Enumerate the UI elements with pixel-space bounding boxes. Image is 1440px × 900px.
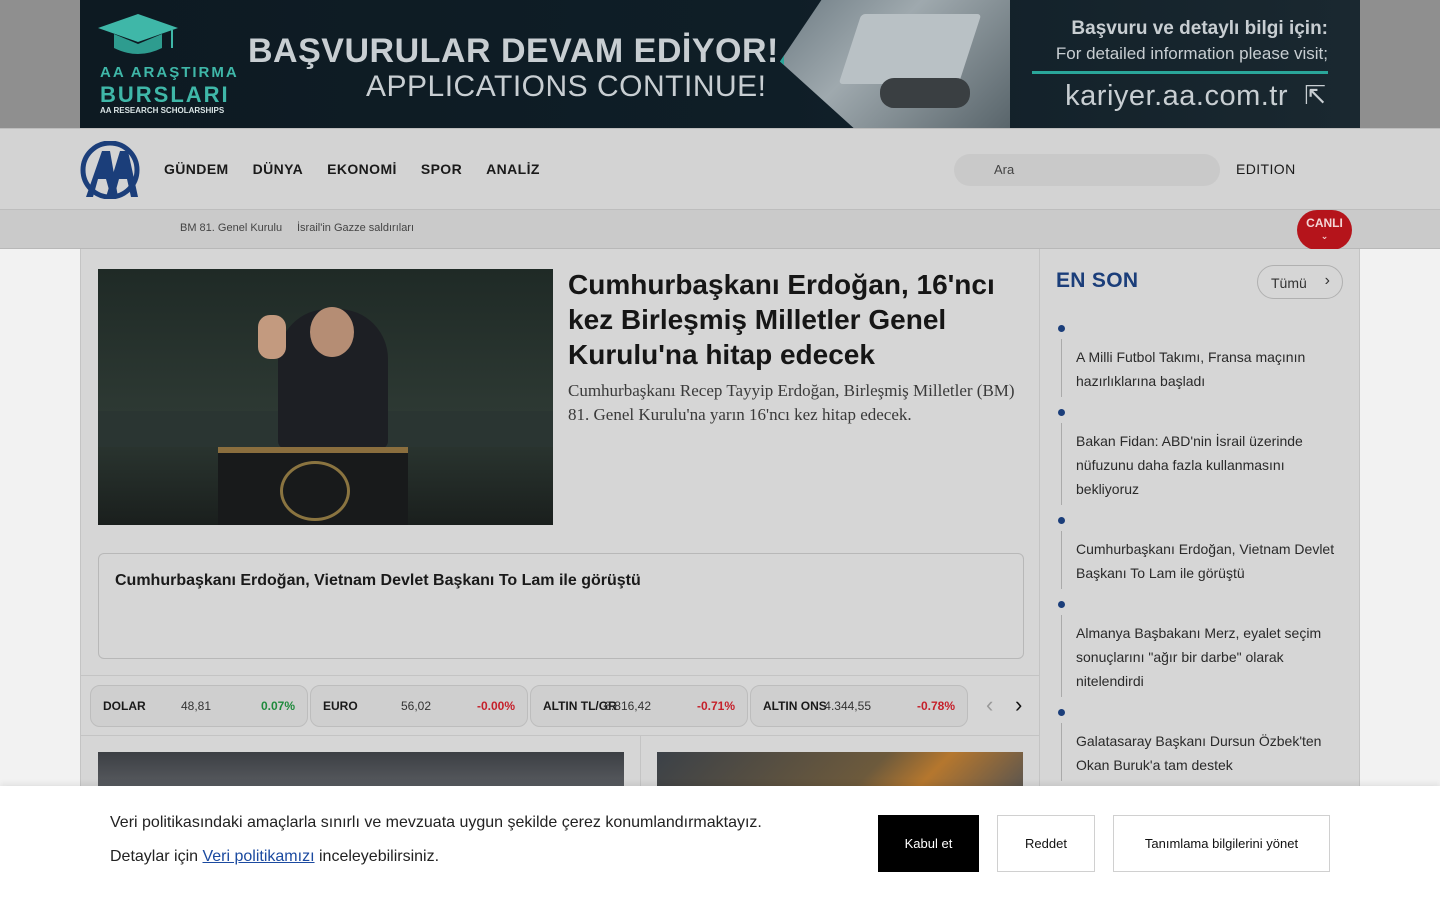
feed-item[interactable]: Bakan Fidan: ABD'nin İsrail üzerinde nüf… <box>1056 403 1346 511</box>
market-value: 48,81 <box>180 699 211 713</box>
nav-item-ekonomi[interactable]: EKONOMİ <box>327 161 397 177</box>
ad-banner-area: AA ARAŞTIRMA BURSLARI AA RESEARCH SCHOLA… <box>0 0 1440 128</box>
all-news-button[interactable]: Tümü › <box>1257 265 1343 299</box>
logo-line-1: AA ARAŞTIRMA <box>100 64 239 81</box>
live-label: CANLI <box>1306 216 1343 230</box>
cookie-text-prefix: Detaylar için <box>110 848 199 865</box>
image-head <box>310 307 354 357</box>
secondary-headline: Cumhurbaşkanı Erdoğan, Vietnam Devlet Ba… <box>115 572 641 589</box>
main-content: Cumhurbaşkanı Erdoğan, 16'ncı kez Birleş… <box>80 249 1041 816</box>
market-item-altin-tl[interactable]: ALTIN TL/GR 6.816,42 -0.71% <box>530 685 748 727</box>
bullet-icon <box>1058 517 1065 524</box>
feed-item[interactable]: A Milli Futbol Takımı, Fransa maçının ha… <box>1056 319 1346 403</box>
manage-cookies-button[interactable]: Tanımlama bilgilerini yönet <box>1113 815 1330 872</box>
market-name: EURO <box>323 699 358 713</box>
market-change: -0.00% <box>476 699 515 713</box>
banner-url[interactable]: kariyer.aa.com.tr <box>1065 80 1288 113</box>
main-nav: GÜNDEM DÜNYA EKONOMİ SPOR ANALİZ Ara EDI… <box>0 128 1440 210</box>
market-value: 6.816,42 <box>604 699 651 713</box>
hero-description: Cumhurbaşkanı Recep Tayyip Erdoğan, Birl… <box>568 381 1015 424</box>
banner-info-tr: Başvuru ve detaylı bilgi için: <box>1071 18 1328 39</box>
feed-item-text: Cumhurbaşkanı Erdoğan, Vietnam Devlet Ba… <box>1076 541 1335 581</box>
chevron-right-icon[interactable]: › <box>1015 694 1022 716</box>
market-name: DOLAR <box>103 699 146 713</box>
search-placeholder: Ara <box>994 162 1015 177</box>
image-hand <box>258 315 286 359</box>
logo-line-3: AA RESEARCH SCHOLARSHIPS <box>100 106 225 115</box>
graduation-cap-icon <box>98 14 178 54</box>
logo-line-2: BURSLARI <box>100 82 230 107</box>
sidebar-title: EN SON <box>1056 269 1139 292</box>
feed-item-text: A Milli Futbol Takımı, Fransa maçının ha… <box>1076 349 1306 389</box>
bullet-icon <box>1058 325 1065 332</box>
market-name: ALTIN ONS <box>763 699 827 713</box>
banner-headline-tr: BAŞVURULAR DEVAM EDİYOR! <box>248 32 779 70</box>
topic-tag[interactable]: BM 81. Genel Kurulu <box>180 222 282 234</box>
topic-tag[interactable]: İsrail'in Gazze saldırıları <box>297 222 414 234</box>
chevron-right-icon: › <box>1324 272 1330 289</box>
banner-headline-en: APPLICATIONS CONTINUE! <box>366 70 767 103</box>
nav-menu: GÜNDEM DÜNYA EKONOMİ SPOR ANALİZ <box>164 161 540 177</box>
banner-laptop-photo <box>780 0 1010 128</box>
accept-cookies-button[interactable]: Kabul et <box>878 815 979 872</box>
all-news-label: Tümü <box>1271 275 1307 291</box>
reject-cookies-button[interactable]: Reddet <box>997 815 1095 872</box>
un-emblem <box>280 461 350 521</box>
topic-bar: BM 81. Genel Kurulu İsrail'in Gazze sald… <box>0 210 1440 250</box>
feed-item-text: Bakan Fidan: ABD'nin İsrail üzerinde nüf… <box>1076 433 1303 497</box>
latest-news-sidebar: EN SON Tümü › A Milli Futbol Takımı, Fra… <box>1040 249 1360 809</box>
cookie-text-suffix: inceleyebilirsiniz. <box>318 848 440 865</box>
market-value: 4.344,55 <box>824 699 871 713</box>
market-change: 0.07% <box>260 699 295 713</box>
market-item-euro[interactable]: EURO 56,02 -0.00% <box>310 685 528 727</box>
market-item-altin-ons[interactable]: ALTIN ONS 4.344,55 -0.78% <box>750 685 968 727</box>
market-value: 56,02 <box>400 699 431 713</box>
nav-item-dunya[interactable]: DÜNYA <box>253 161 304 177</box>
hero-title[interactable]: Cumhurbaşkanı Erdoğan, 16'ncı kez Birleş… <box>568 267 1018 372</box>
live-button[interactable]: CANLI ⌄ <box>1297 210 1352 250</box>
feed-item-text: Galatasaray Başkanı Dursun Özbek'ten Oka… <box>1076 733 1322 773</box>
scholarship-logo: AA ARAŞTIRMA BURSLARI AA RESEARCH SCHOLA… <box>94 12 237 120</box>
chevron-left-icon[interactable]: ‹ <box>986 694 993 716</box>
photo-edge <box>780 0 1010 128</box>
cookie-text-line1: Veri politikasındaki amaçlarla sınırlı v… <box>110 814 762 831</box>
bullet-icon <box>1058 409 1065 416</box>
aa-logo[interactable] <box>80 141 140 199</box>
timeline-line <box>1061 423 1062 505</box>
nav-item-spor[interactable]: SPOR <box>421 161 462 177</box>
market-item-dolar[interactable]: DOLAR 48,81 0.07% <box>90 685 308 727</box>
hero-image[interactable] <box>98 269 553 525</box>
timeline-line <box>1061 339 1062 397</box>
market-ticker: DOLAR 48,81 0.07% EURO 56,02 -0.00% ALTI… <box>81 675 1041 736</box>
chevron-down-icon: ⌄ <box>1320 231 1329 241</box>
edition-selector[interactable]: EDITION <box>1236 161 1296 177</box>
secondary-headline-card[interactable]: Cumhurbaşkanı Erdoğan, Vietnam Devlet Ba… <box>98 553 1024 659</box>
search-input[interactable]: Ara <box>954 154 1220 186</box>
click-cursor-icon: ⇱ <box>1304 80 1326 110</box>
cookie-text-line2: Detaylar için Veri politikamızı inceleye… <box>110 848 439 866</box>
timeline-line <box>1061 723 1062 781</box>
cookie-consent-bar: Veri politikasındaki amaçlarla sınırlı v… <box>0 786 1440 900</box>
feed-item-text: Almanya Başbakanı Merz, eyalet seçim son… <box>1076 625 1322 689</box>
banner-info-en: For detailed information please visit; <box>1055 44 1328 63</box>
feed-item[interactable]: Cumhurbaşkanı Erdoğan, Vietnam Devlet Ba… <box>1056 511 1346 595</box>
bullet-icon <box>1058 709 1065 716</box>
ad-banner[interactable]: AA ARAŞTIRMA BURSLARI AA RESEARCH SCHOLA… <box>80 0 1360 128</box>
news-feed: A Milli Futbol Takımı, Fransa maçının ha… <box>1056 319 1346 787</box>
market-change: -0.71% <box>696 699 735 713</box>
feed-item[interactable]: Galatasaray Başkanı Dursun Özbek'ten Oka… <box>1056 703 1346 787</box>
timeline-line <box>1061 615 1062 697</box>
feed-item[interactable]: Almanya Başbakanı Merz, eyalet seçim son… <box>1056 595 1346 703</box>
privacy-policy-link[interactable]: Veri politikamızı <box>202 848 314 865</box>
market-change: -0.78% <box>916 699 955 713</box>
bullet-icon <box>1058 601 1065 608</box>
nav-item-gundem[interactable]: GÜNDEM <box>164 161 229 177</box>
nav-item-analiz[interactable]: ANALİZ <box>486 161 540 177</box>
banner-divider <box>1032 71 1328 74</box>
timeline-line <box>1061 531 1062 589</box>
